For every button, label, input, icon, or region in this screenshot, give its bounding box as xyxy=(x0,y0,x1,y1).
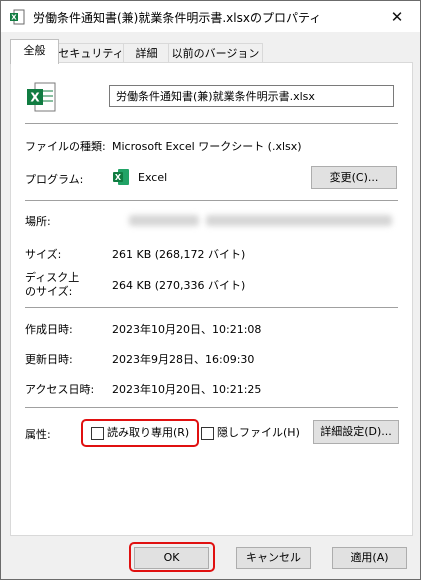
modified-label: 更新日時: xyxy=(25,353,73,366)
svg-text:X: X xyxy=(30,91,40,105)
created-label: 作成日時: xyxy=(25,323,73,336)
apply-button[interactable]: 適用(A) xyxy=(332,547,407,569)
program-label: プログラム: xyxy=(25,173,84,186)
disk-size-value: 264 KB (270,336 バイト) xyxy=(112,279,246,292)
svg-text:X: X xyxy=(11,14,17,22)
divider xyxy=(25,200,398,201)
divider xyxy=(25,407,398,408)
window-title: 労働条件通知書(兼)就業条件明示書.xlsxのプロパティ xyxy=(33,11,322,25)
excel-file-icon: X xyxy=(10,9,25,25)
readonly-checkbox[interactable]: 読み取り専用(R) xyxy=(91,425,189,441)
size-label: サイズ: xyxy=(25,248,62,261)
tab-security[interactable]: セキュリティ xyxy=(57,43,125,63)
cancel-button[interactable]: キャンセル xyxy=(236,547,311,569)
hidden-checkbox[interactable]: 隠しファイル(H) xyxy=(201,425,300,441)
excel-file-large-icon: X xyxy=(27,82,56,112)
hidden-label: 隠しファイル(H) xyxy=(217,426,300,439)
properties-dialog: X 労働条件通知書(兼)就業条件明示書.xlsxのプロパティ ✕ 全般 セキュリ… xyxy=(0,0,421,580)
checkbox-box xyxy=(201,426,214,440)
accessed-value: 2023年10月20日、10:21:25 xyxy=(112,383,262,396)
filename-field[interactable]: 労働条件通知書(兼)就業条件明示書.xlsx xyxy=(109,85,394,107)
close-icon: ✕ xyxy=(390,7,404,26)
readonly-label: 読み取り専用(R) xyxy=(107,426,190,439)
program-value: Excel xyxy=(138,171,168,184)
change-program-button[interactable]: 変更(C)... xyxy=(311,166,397,189)
tab-general[interactable]: 全般 xyxy=(10,39,59,64)
general-panel: X 労働条件通知書(兼)就業条件明示書.xlsx ファイルの種類: Micros… xyxy=(10,62,413,536)
size-value: 261 KB (268,172 バイト) xyxy=(112,248,246,261)
location-value-redacted xyxy=(129,215,199,226)
divider xyxy=(25,123,398,124)
modified-value: 2023年9月28日、16:09:30 xyxy=(112,353,255,366)
advanced-button[interactable]: 詳細設定(D)... xyxy=(313,420,399,444)
file-type-label: ファイルの種類: xyxy=(25,140,106,153)
location-label: 場所: xyxy=(25,215,51,228)
excel-app-icon: X xyxy=(113,169,129,185)
created-value: 2023年10月20日、10:21:08 xyxy=(112,323,262,336)
checkbox-box xyxy=(91,426,104,440)
divider xyxy=(25,307,398,308)
location-value-redacted xyxy=(206,215,392,226)
file-type-value: Microsoft Excel ワークシート (.xlsx) xyxy=(112,140,302,153)
tab-details[interactable]: 詳細 xyxy=(123,43,170,63)
svg-text:X: X xyxy=(115,173,122,182)
accessed-label: アクセス日時: xyxy=(25,383,95,396)
disk-size-label-line2: のサイズ: xyxy=(25,285,73,298)
disk-size-label-line1: ディスク上 xyxy=(25,271,80,284)
title-bar: X 労働条件通知書(兼)就業条件明示書.xlsxのプロパティ ✕ xyxy=(1,1,420,32)
ok-button[interactable]: OK xyxy=(134,547,209,569)
tab-previous-versions[interactable]: 以前のバージョン xyxy=(168,43,263,63)
attributes-label: 属性: xyxy=(25,428,51,441)
disk-size-label: ディスク上 のサイズ: xyxy=(25,271,79,299)
close-button[interactable]: ✕ xyxy=(374,1,420,32)
